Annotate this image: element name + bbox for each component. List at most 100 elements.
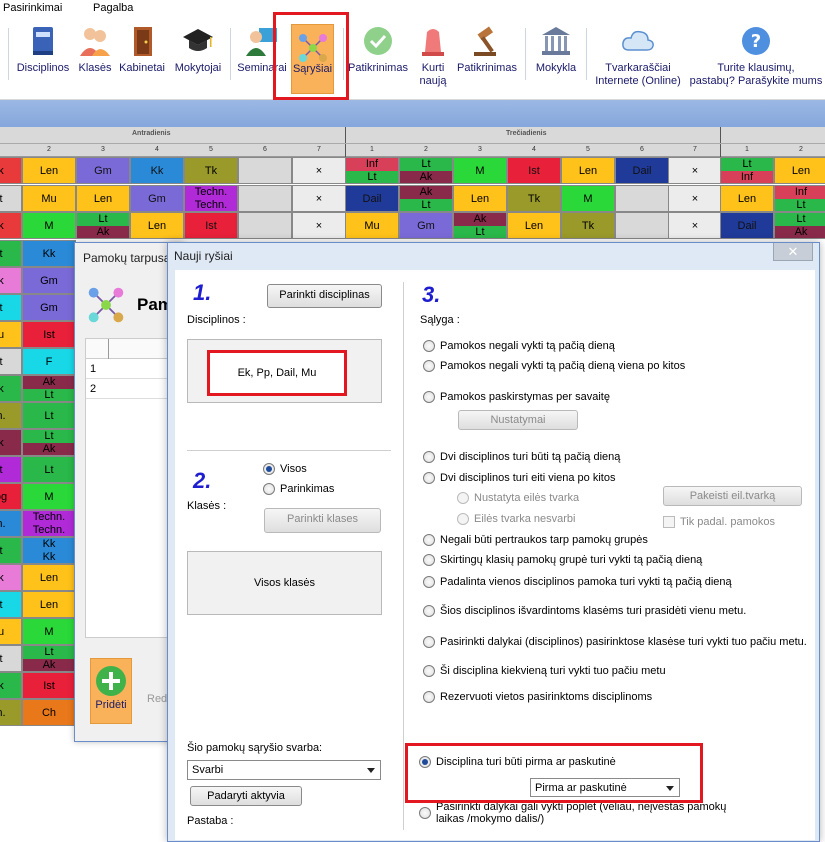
kurti-nauja-button[interactable]: Kurti naują <box>410 18 456 100</box>
timetable-cell[interactable]: M <box>453 157 507 184</box>
tik-padal-checkbox[interactable]: Tik padal. pamokos <box>663 516 775 528</box>
timetable-cell[interactable]: og <box>0 483 22 510</box>
timetable-cell[interactable]: Len <box>22 591 76 618</box>
timetable-cell[interactable]: t <box>0 645 22 672</box>
timetable-cell[interactable] <box>238 157 292 184</box>
condition-option-radio[interactable]: Skirtingų klasių pamokų grupė turi vykti… <box>423 554 702 566</box>
timetable-cell[interactable]: Len <box>22 157 76 184</box>
condition-option-radio[interactable]: Nustatyta eilės tvarka <box>457 492 579 504</box>
choose-subjects-button[interactable]: Parinkti disciplinas <box>267 284 382 308</box>
timetable-cell[interactable]: M <box>22 212 76 239</box>
timetable-cell[interactable]: × <box>668 212 722 239</box>
kabinetai-button[interactable]: Kabinetai <box>114 18 170 100</box>
saryšiai-button[interactable]: Sąryšiai <box>291 24 334 94</box>
timetable-cell[interactable]: Techn. Techn. <box>184 185 238 212</box>
condition-option-radio[interactable]: Dvi disciplinos turi būti tą pačią dieną <box>423 451 620 463</box>
timetable-cell[interactable]: t <box>0 537 22 564</box>
mokykla-button[interactable]: Mokykla <box>529 18 583 100</box>
seminarai-button[interactable]: Seminarai <box>234 18 290 100</box>
timetable-cell[interactable]: Gm <box>76 157 130 184</box>
first-last-select[interactable]: Pirma ar paskutinė <box>530 778 680 797</box>
timetable-cell[interactable]: Gm <box>399 212 453 239</box>
timetable-cell[interactable]: Lt Ak <box>399 157 453 184</box>
timetable-cell[interactable]: Lt <box>22 456 76 483</box>
close-button[interactable]: ✕ <box>773 243 813 261</box>
timetable-cell[interactable]: t <box>0 185 22 212</box>
timetable-cell[interactable]: Ch <box>22 699 76 726</box>
timetable-cell[interactable]: k <box>0 267 22 294</box>
timetable-cell[interactable]: Techn. Techn. <box>22 510 76 537</box>
timetable-cell[interactable]: Lt Ak <box>22 645 76 672</box>
condition-option-radio[interactable]: Šios disciplinos išvardintoms klasėms tu… <box>423 605 746 617</box>
timetable-cell[interactable]: Gm <box>22 267 76 294</box>
timetable-cell[interactable]: Lt <box>22 402 76 429</box>
timetable-cell[interactable]: t <box>0 348 22 375</box>
timetable-cell[interactable]: k <box>0 429 22 456</box>
timetable-cell[interactable]: t <box>0 456 22 483</box>
timetable-cell[interactable]: Ist <box>22 672 76 699</box>
timetable-cell[interactable]: k <box>0 672 22 699</box>
timetable-cell[interactable]: Lt Ak <box>22 429 76 456</box>
condition-option-radio[interactable]: Negali būti pertraukos tarp pamokų grupė… <box>423 534 648 546</box>
table-row[interactable]: 1 <box>86 359 180 379</box>
klases-button[interactable]: Klasės <box>76 18 114 100</box>
timetable-cell[interactable]: Tk <box>561 212 615 239</box>
timetable-cell[interactable]: Kk Kk <box>22 537 76 564</box>
timetable-cell[interactable]: × <box>292 157 346 184</box>
condition-option-radio[interactable]: Ši disciplina kiekvieną turi vykti tuo p… <box>423 665 666 677</box>
timetable-cell[interactable]: Lt Ak <box>76 212 130 239</box>
timetable-cell[interactable] <box>238 212 292 239</box>
timetable-cell[interactable]: M <box>22 483 76 510</box>
timetable-cell[interactable]: Inf Lt <box>774 185 825 212</box>
timetable-cell[interactable]: × <box>668 157 722 184</box>
timetable-cell[interactable]: k <box>0 375 22 402</box>
timetable-cell[interactable]: Tk <box>507 185 561 212</box>
timetable-cell[interactable]: k <box>0 564 22 591</box>
disciplinos-button[interactable]: Disciplinos <box>13 18 73 100</box>
timetable-cell[interactable] <box>615 212 669 239</box>
timetable-cell[interactable]: Gm <box>22 294 76 321</box>
condition-option-radio[interactable]: Disciplina turi būti pirma ar paskutinė <box>419 756 616 768</box>
timetable-cell[interactable]: Dail <box>345 185 399 212</box>
timetable-cell[interactable]: u <box>0 321 22 348</box>
choose-classes-button[interactable]: Parinkti klases <box>264 508 381 533</box>
timetable-cell[interactable]: Ist <box>507 157 561 184</box>
condition-option-radio[interactable]: Eilės tvarka nesvarbi <box>457 513 576 525</box>
timetable-cell[interactable]: Len <box>720 185 774 212</box>
timetable-cell[interactable]: n. <box>0 402 22 429</box>
table-row[interactable]: 2 <box>86 379 180 399</box>
timetable-cell[interactable]: Len <box>130 212 184 239</box>
timetable-cell[interactable]: Kk <box>130 157 184 184</box>
timetable-cell[interactable]: Ist <box>22 321 76 348</box>
weight-select[interactable]: Svarbi <box>187 760 381 780</box>
timetable-cell[interactable]: × <box>292 212 346 239</box>
timetable-cell[interactable]: Len <box>453 185 507 212</box>
klausimai-button[interactable]: ? Turite klausimų, pastabų? Parašykite m… <box>688 18 824 100</box>
timetable-cell[interactable]: F <box>22 348 76 375</box>
timetable-cell[interactable]: n. <box>0 510 22 537</box>
timetable-cell[interactable]: Kk <box>22 240 76 267</box>
mokytojai-button[interactable]: Mokytojai <box>170 18 226 100</box>
timetable-cell[interactable]: Ak Lt <box>399 185 453 212</box>
timetable-cell[interactable]: M <box>22 618 76 645</box>
timetable-cell[interactable]: u <box>0 618 22 645</box>
timetable-cell[interactable]: t <box>0 240 22 267</box>
timetable-cell[interactable]: Lt Inf <box>720 157 774 184</box>
timetable-cell[interactable]: Ist <box>184 212 238 239</box>
condition-option-radio[interactable]: Rezervuoti vietos pasirinktoms disciplin… <box>423 691 652 703</box>
settings-button[interactable]: Nustatymai <box>458 410 578 430</box>
condition-option-radio[interactable]: Dvi disciplinos turi eiti viena po kitos <box>423 472 615 484</box>
condition-option-radio[interactable]: Pasirinkti dalykai gali vykti poplet (vė… <box>419 801 749 825</box>
menu-pasirinkimai[interactable]: Pasirinkimai <box>3 2 62 14</box>
change-order-button[interactable]: Pakeisti eil.tvarką <box>663 486 802 506</box>
timetable-cell[interactable]: × <box>292 185 346 212</box>
timetable-cell[interactable]: Inf Lt <box>345 157 399 184</box>
timetable-cell[interactable]: Mu <box>22 185 76 212</box>
timetable-cell[interactable]: M <box>561 185 615 212</box>
condition-option-radio[interactable]: Padalinta vienos disciplinos pamoka turi… <box>423 576 732 588</box>
timetable-cell[interactable] <box>238 185 292 212</box>
timetable-cell[interactable]: Len <box>76 185 130 212</box>
classes-all-radio[interactable]: Visos <box>263 463 307 475</box>
classes-select-radio[interactable]: Parinkimas <box>263 483 334 495</box>
activate-button[interactable]: Padaryti aktyvia <box>190 786 302 806</box>
